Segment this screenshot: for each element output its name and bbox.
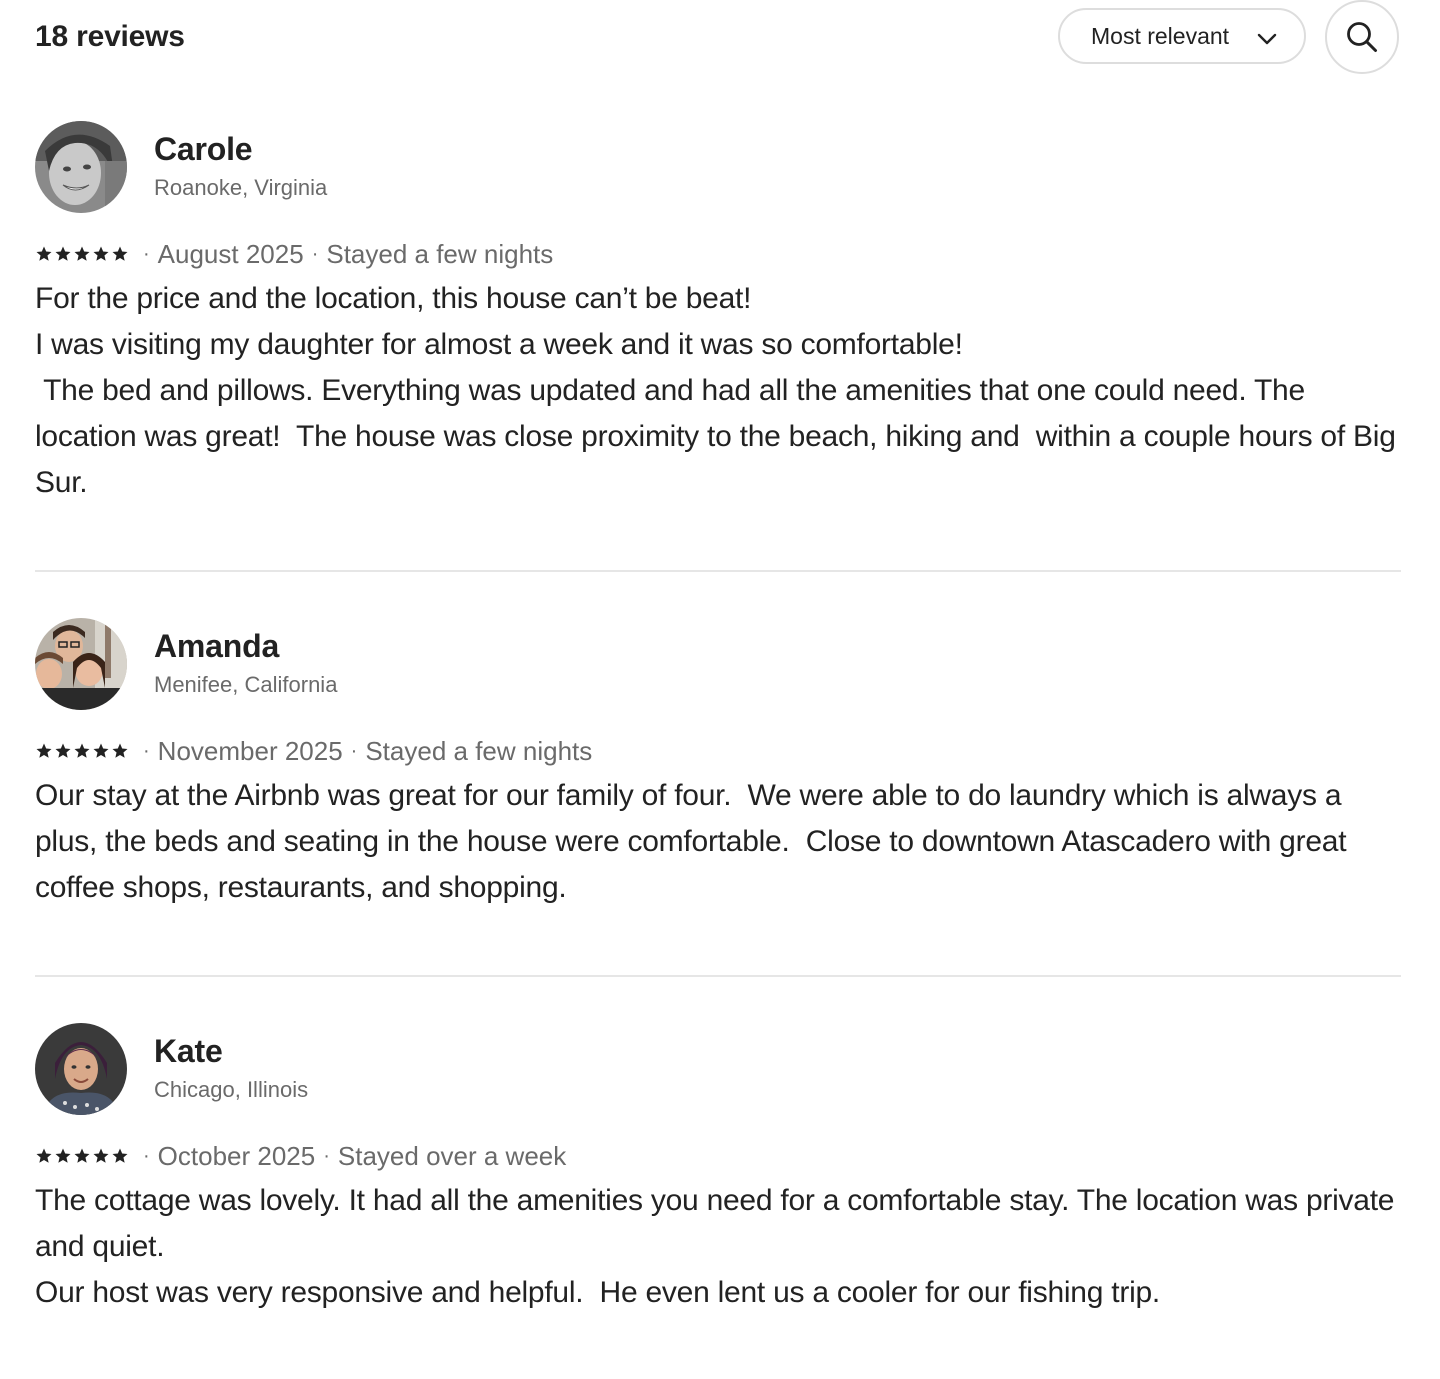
review-meta: · October 2025 · Stayed over a week [35,1139,566,1173]
divider [35,570,1401,572]
reviewer-name: Kate [154,1033,223,1069]
meta-separator: · [143,739,150,762]
star-icon [74,246,90,261]
stay-duration: Stayed over a week [337,1140,567,1171]
review-date: November 2025 [157,735,343,766]
avatar[interactable] [35,1023,127,1115]
review-date: August 2025 [157,238,304,269]
sort-dropdown-button[interactable]: Most relevant [1058,8,1306,64]
star-rating [35,742,129,760]
search-icon [1347,22,1377,52]
reviewer-location: Menifee, California [154,672,338,697]
chevron-down-icon [1257,33,1277,45]
review-meta: · November 2025 · Stayed a few nights [35,734,592,768]
review-count: 18 reviews [35,20,185,53]
star-icon [74,1148,90,1163]
star-icon [55,743,71,758]
stay-duration: Stayed a few nights [326,238,554,269]
star-icon [93,1148,109,1163]
star-icon [93,743,109,758]
star-rating [35,245,129,263]
review-text: Our stay at the Airbnb was great for our… [35,779,1355,904]
star-icon [112,246,128,261]
meta-separator: · [323,1144,330,1167]
review-text: For the price and the location, this hou… [35,282,1396,499]
reviewer-location: Roanoke, Virginia [154,175,328,200]
star-icon [74,743,90,758]
meta-separator: · [350,739,358,762]
star-icon [36,246,52,261]
meta-separator: · [143,242,150,265]
reviewer-name: Amanda [154,628,280,664]
review-meta: · August 2025 · Stayed a few nights [35,237,553,271]
search-button[interactable] [1325,0,1399,74]
divider [35,975,1401,977]
meta-separator: · [143,1144,150,1167]
review-text: The cottage was lovely. It had all the a… [35,1184,1395,1309]
star-icon [112,1148,128,1163]
reviews-header: 18 reviews Most relevant [0,0,1440,80]
star-icon [55,1148,71,1163]
star-icon [36,743,52,758]
avatar[interactable] [35,121,127,213]
meta-separator: · [311,242,319,265]
star-icon [36,1148,52,1163]
star-rating [35,1147,129,1165]
sort-label: Most relevant [1091,22,1230,49]
reviewer-location: Chicago, Illinois [154,1077,309,1102]
reviewer-name: Carole [154,131,253,167]
review-date: October 2025 [157,1140,316,1171]
avatar[interactable] [35,618,127,710]
star-icon [93,246,109,261]
star-icon [55,246,71,261]
stay-duration: Stayed a few nights [365,735,593,766]
star-icon [112,743,128,758]
